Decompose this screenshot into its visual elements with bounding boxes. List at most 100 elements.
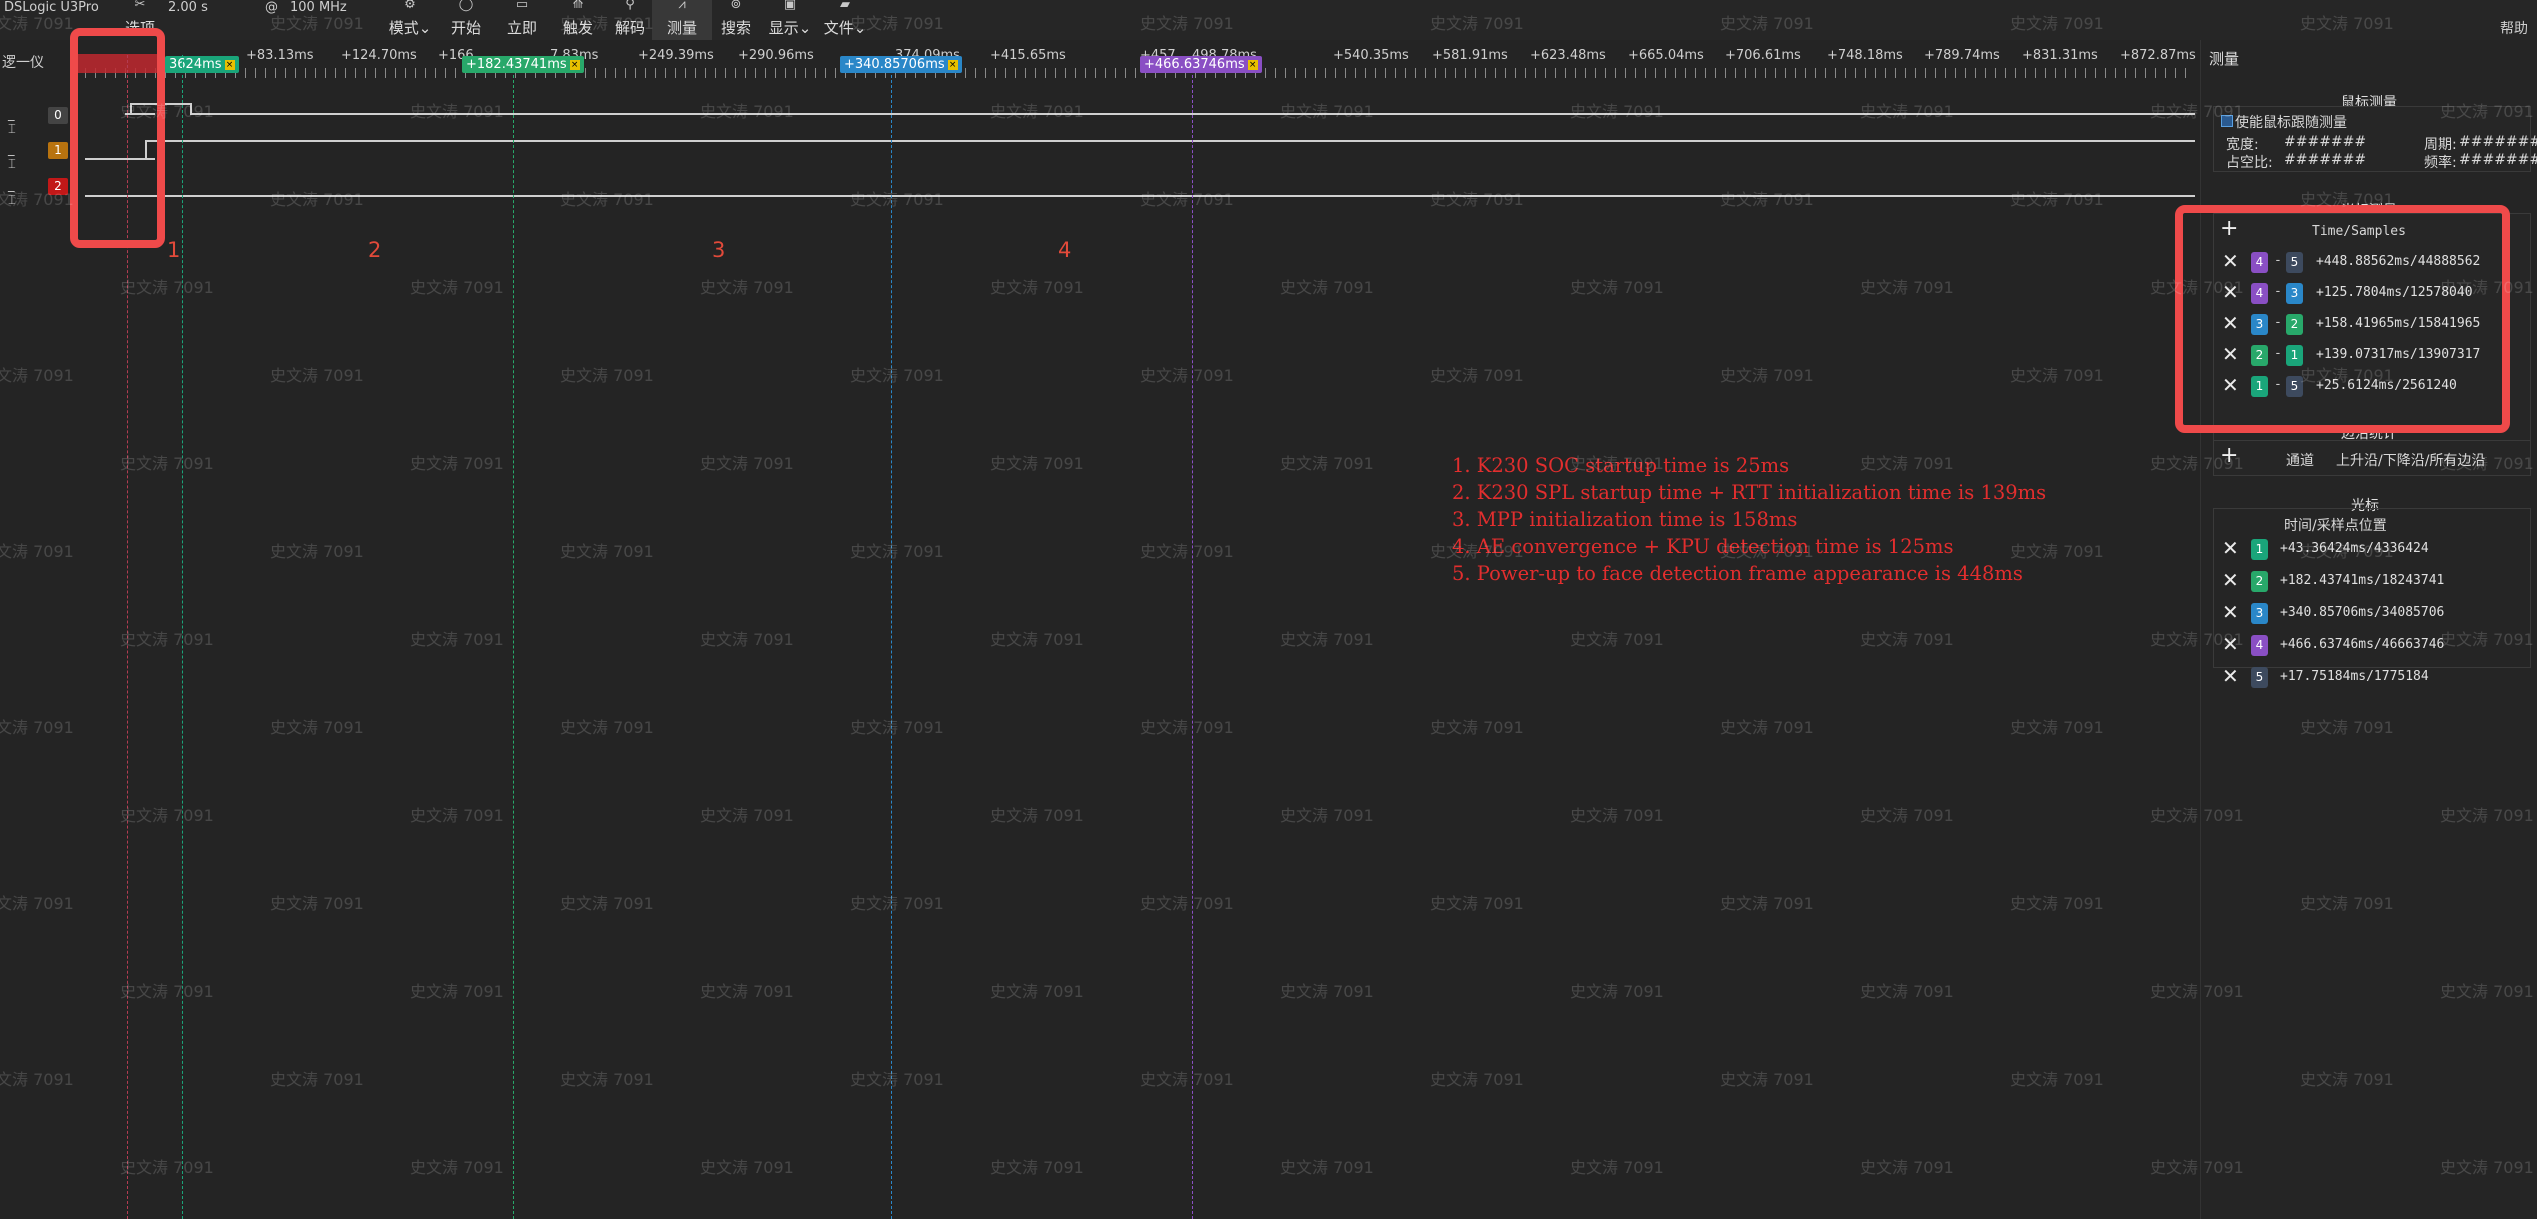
edge-channel-label: 通道 bbox=[2286, 453, 2314, 469]
duty-label: 占空比: bbox=[2226, 155, 2273, 171]
channel-index-badge[interactable]: 1 bbox=[48, 142, 68, 159]
instant-button[interactable]: ▭ 立即 bbox=[492, 0, 552, 40]
file-button[interactable]: ▰ 文件⌄ bbox=[815, 0, 875, 40]
cursor-line-3[interactable] bbox=[891, 75, 892, 1219]
remove-cursor-icon[interactable]: ✕ bbox=[2222, 537, 2239, 559]
cursor-value: +43.36424ms/4336424 bbox=[2280, 541, 2429, 556]
cursor-row: ✕ 5 +17.75184ms/1775184 bbox=[2222, 665, 2522, 689]
toolbar-button-label: 触发 bbox=[562, 19, 593, 37]
channel-trigger-icon[interactable]: _ ⌶ bbox=[8, 142, 16, 172]
mode-button[interactable]: ⚙ 模式⌄ bbox=[380, 0, 440, 40]
watermark-text: 史文涛 7091 bbox=[0, 718, 74, 737]
cursor-tag-label: +182.43741ms bbox=[466, 57, 567, 72]
cursor-tag-2[interactable]: +182.43741ms × bbox=[462, 56, 584, 73]
toolbar-button-label: 开始 bbox=[450, 19, 481, 37]
watermark-text: 史文涛 7091 bbox=[0, 1070, 74, 1089]
channel-index-badge[interactable]: 2 bbox=[48, 178, 68, 195]
note-line: 4. AE convergence + KPU detection time i… bbox=[1452, 535, 1954, 558]
remove-cursor-icon[interactable]: ✕ bbox=[2222, 569, 2239, 591]
waveform-area[interactable] bbox=[85, 100, 2200, 1219]
highlight-box-measurements bbox=[2175, 205, 2510, 433]
device-select[interactable]: DSLogic U3Pro bbox=[4, 0, 99, 15]
ch2-waveform bbox=[85, 195, 2195, 197]
freq-label: 频率: bbox=[2424, 155, 2457, 171]
watermark-text: 史文涛 7091 bbox=[0, 894, 74, 913]
cursor-tag-close-icon[interactable]: × bbox=[224, 59, 235, 70]
cursor-tag-4[interactable]: +466.63746ms × bbox=[1140, 56, 1262, 73]
add-edge-stat-icon[interactable]: + bbox=[2220, 443, 2238, 468]
measure-button[interactable]: ⩘ 测量 bbox=[652, 0, 712, 40]
toolbar: DSLogic U3Pro 2.00 s @ 100 MHz ✂ 选项 ⚙ 模式⌄… bbox=[0, 0, 2537, 40]
cursor-id-badge[interactable]: 3 bbox=[2251, 603, 2268, 624]
enable-mouse-label: 使能鼠标跟随测量 bbox=[2235, 115, 2347, 131]
at-label: @ bbox=[265, 0, 278, 15]
channel-trigger-icon[interactable]: _ ⌶ bbox=[8, 178, 16, 208]
remove-cursor-icon[interactable]: ✕ bbox=[2222, 633, 2239, 655]
remove-cursor-icon[interactable]: ✕ bbox=[2222, 665, 2239, 687]
cursor-tag-label: +466.63746ms bbox=[1144, 57, 1245, 72]
cursor-id-badge[interactable]: 1 bbox=[2251, 539, 2268, 560]
remove-cursor-icon[interactable]: ✕ bbox=[2222, 601, 2239, 623]
cursor-row: ✕ 3 +340.85706ms/34085706 bbox=[2222, 601, 2522, 625]
note-line: 1. K230 SOC startup time is 25ms bbox=[1452, 454, 1790, 477]
sample-time-select[interactable]: 2.00 s bbox=[168, 0, 208, 15]
toolbar-button-label: 立即 bbox=[506, 19, 537, 37]
file-icon: ▰ bbox=[840, 0, 850, 12]
ruler-tick-label: +415.65ms bbox=[990, 48, 1066, 63]
toolbar-button-label: 搜索 bbox=[720, 19, 751, 37]
start-button[interactable]: ◯ 开始 bbox=[436, 0, 496, 40]
search-button[interactable]: ⊚ 搜索 bbox=[706, 0, 766, 40]
cursor-tag-close-icon[interactable]: × bbox=[569, 59, 580, 70]
trigger-button[interactable]: ⟰ 触发 bbox=[548, 0, 608, 40]
watermark-text: 史文涛 7091 bbox=[0, 366, 74, 385]
toolbar-button-label: 测量 bbox=[666, 19, 697, 37]
help-button[interactable]: 帮助 bbox=[2500, 18, 2528, 37]
period-label: 周期: bbox=[2424, 137, 2457, 153]
note-line: 3. MPP initialization time is 158ms bbox=[1452, 508, 1798, 531]
channel-trigger-icon[interactable]: _ ⌶ bbox=[8, 107, 16, 137]
width-value: ####### bbox=[2284, 134, 2367, 150]
toolbar-button-label: 模式⌄ bbox=[388, 19, 432, 37]
cursor-tag-close-icon[interactable]: × bbox=[1247, 59, 1258, 70]
watermark-text: 史文涛 7091 bbox=[0, 542, 74, 561]
decode-icon: ⚲ bbox=[625, 0, 635, 12]
cursor-value: +340.85706ms/34085706 bbox=[2280, 605, 2445, 620]
display-button[interactable]: ▣ 显示⌄ bbox=[760, 0, 820, 40]
cursor-value: +182.43741ms/18243741 bbox=[2280, 573, 2445, 588]
cursor-id-badge[interactable]: 4 bbox=[2251, 635, 2268, 656]
channel-index-badge[interactable]: 0 bbox=[48, 107, 68, 124]
ruler-tick-label: +581.91ms bbox=[1432, 48, 1508, 63]
cursor-line-2[interactable] bbox=[513, 75, 514, 1219]
toolbar-button-label: 显示⌄ bbox=[768, 19, 812, 37]
cursor-tag-1[interactable]: 3624ms × bbox=[165, 56, 239, 73]
sample-rate-select[interactable]: 100 MHz bbox=[290, 0, 347, 15]
display-icon: ▣ bbox=[783, 0, 797, 12]
start-icon: ◯ bbox=[458, 0, 474, 12]
search-icon: ⊚ bbox=[730, 0, 742, 12]
enable-mouse-checkbox[interactable] bbox=[2221, 115, 2233, 127]
cursor-row: ✕ 2 +182.43741ms/18243741 bbox=[2222, 569, 2522, 593]
note-line: 2. K230 SPL startup time + RTT initializ… bbox=[1452, 481, 2047, 504]
cursor-line-1[interactable] bbox=[182, 55, 183, 1219]
note-line: 5. Power-up to face detection frame appe… bbox=[1452, 562, 2023, 585]
cursor-tag-3[interactable]: +340.85706ms × bbox=[840, 56, 962, 73]
edge-edges-label: 上升沿/下降沿/所有边沿 bbox=[2336, 453, 2486, 469]
cursor-value: +466.63746ms/46663746 bbox=[2280, 637, 2445, 652]
cursor-tag-close-icon[interactable]: × bbox=[947, 59, 958, 70]
decode-button[interactable]: ⚲ 解码 bbox=[600, 0, 660, 40]
period-value: ####### bbox=[2459, 134, 2537, 150]
ruler-tick-label: +249.39ms bbox=[638, 48, 714, 63]
cursor-tag-label: +340.85706ms bbox=[844, 57, 945, 72]
region-label-2: 2 bbox=[368, 238, 382, 262]
annotation-notes: 1. K230 SOC startup time is 25ms 2. K230… bbox=[1452, 452, 2046, 587]
mode-icon: ⚙ bbox=[404, 0, 416, 12]
cursors-box: ✕ 1 +43.36424ms/4336424 ✕ 2 +182.43741ms/1824… bbox=[2213, 508, 2531, 688]
cursor-line-4[interactable] bbox=[1192, 75, 1193, 1219]
cursor-id-badge[interactable]: 5 bbox=[2251, 667, 2268, 688]
cursor-id-badge[interactable]: 2 bbox=[2251, 571, 2268, 592]
trigger-icon: ⟰ bbox=[572, 0, 584, 12]
edge-stats-box: + 通道 上升沿/下降沿/所有边沿 bbox=[2213, 440, 2531, 476]
region-label-1: 1 bbox=[167, 238, 181, 262]
instant-icon: ▭ bbox=[515, 0, 529, 12]
ruler-tick-label: +748.18ms bbox=[1827, 48, 1903, 63]
